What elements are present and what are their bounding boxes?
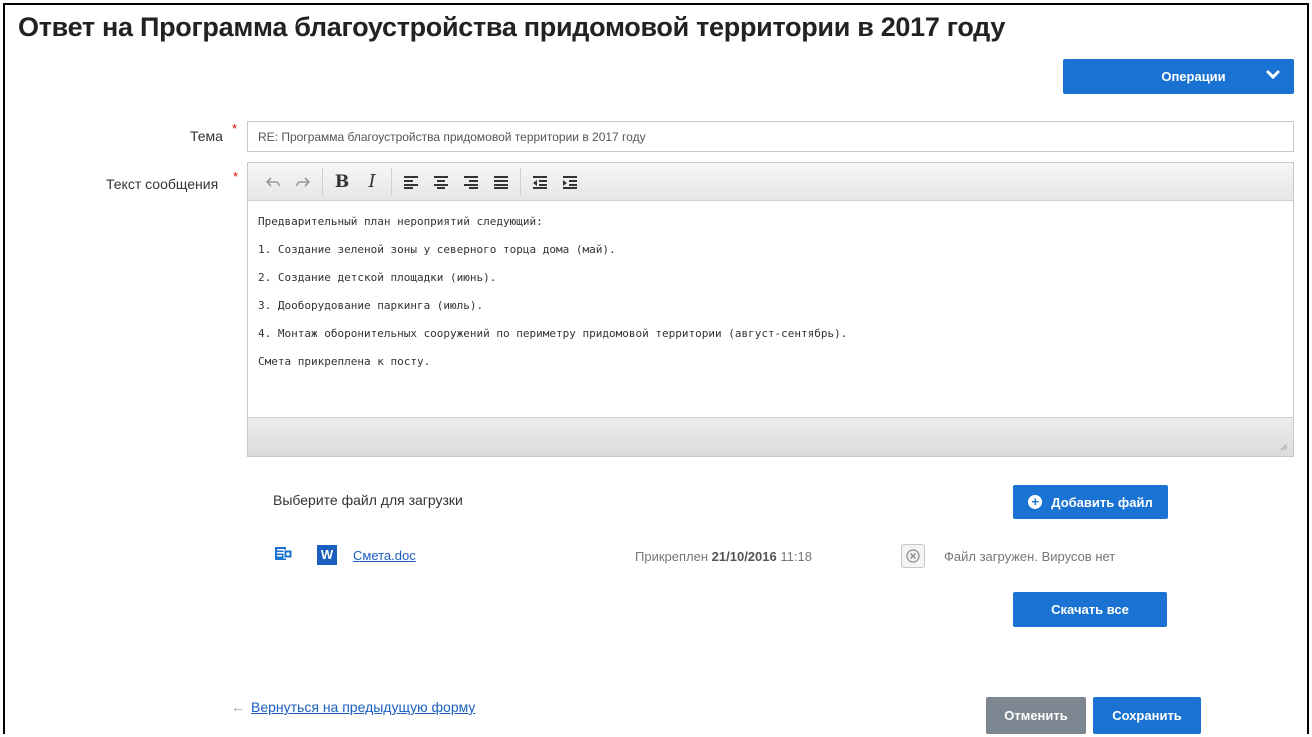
attached-info: Прикреплен 21/10/2016 11:18 (635, 549, 812, 564)
history-group (254, 167, 323, 196)
redo-icon[interactable] (288, 169, 318, 195)
align-right-icon[interactable] (456, 169, 486, 195)
add-file-button[interactable]: + Добавить файл (1013, 485, 1168, 519)
signature-icon[interactable] (275, 546, 293, 562)
message-line: 2. Создание детской площадки (июнь). (258, 271, 497, 284)
bold-button[interactable]: B (327, 169, 357, 195)
file-name-link[interactable]: Смета.doc (353, 548, 416, 563)
message-label: Текст сообщения (106, 176, 219, 192)
subject-label: Тема (190, 128, 223, 144)
attached-date: 21/10/2016 (711, 549, 777, 564)
operations-button[interactable]: Операции (1063, 59, 1294, 94)
align-left-icon[interactable] (396, 169, 426, 195)
message-line: 4. Монтаж оборонительных сооружений по п… (258, 327, 848, 340)
add-file-label: Добавить файл (1051, 494, 1153, 510)
file-row: W Смета.doc Прикреплен 21/10/2016 11:18 … (273, 544, 1173, 568)
editor-statusbar (248, 417, 1293, 456)
indent-group (521, 168, 589, 196)
editor-text-area[interactable]: Предварительный план нероприятий следующ… (248, 201, 1293, 417)
format-group: B I (323, 167, 392, 196)
close-circle-icon (906, 549, 920, 563)
page-title: Ответ на Программа благоустройства придо… (18, 12, 1006, 42)
chevron-down-icon (1266, 70, 1280, 80)
align-group (392, 167, 521, 196)
required-mark: * (232, 121, 238, 136)
plus-circle-icon: + (1028, 495, 1043, 509)
message-line: Смета прикреплена к посту. (258, 355, 431, 368)
indent-icon[interactable] (555, 169, 585, 195)
undo-icon[interactable] (258, 169, 288, 195)
upload-label: Выберите файл для загрузки (273, 492, 463, 508)
arrow-left-icon: ← (231, 699, 245, 715)
remove-file-button[interactable] (901, 544, 925, 568)
virus-scan-status: Файл загружен. Вирусов нет (944, 549, 1116, 564)
word-file-icon: W (317, 545, 337, 565)
back-link[interactable]: ← Вернуться на предыдущую форму (231, 699, 475, 715)
align-center-icon[interactable] (426, 169, 456, 195)
required-mark: * (233, 169, 239, 184)
attached-prefix: Прикреплен (635, 549, 709, 564)
cancel-button[interactable]: Отменить (986, 697, 1086, 734)
subject-input[interactable] (247, 121, 1294, 152)
message-line: 3. Дооборудование паркинга (июль). (258, 299, 484, 312)
resize-grip-icon[interactable] (1280, 443, 1288, 451)
back-link-label: Вернуться на предыдущую форму (251, 699, 476, 715)
outdent-icon[interactable] (525, 169, 555, 195)
attached-time: 11:18 (780, 549, 812, 564)
editor-toolbar: B I (248, 163, 1293, 201)
message-line: Предварительный план нероприятий следующ… (258, 215, 543, 228)
download-all-button[interactable]: Скачать все (1013, 592, 1167, 627)
message-line: 1. Создание зеленой зоны у северного тор… (258, 243, 616, 256)
italic-button[interactable]: I (357, 169, 387, 195)
save-button[interactable]: Сохранить (1093, 697, 1201, 734)
operations-label: Операции (1161, 69, 1226, 84)
align-justify-icon[interactable] (486, 169, 516, 195)
message-editor: B I Предварительный план нероприятий сле… (247, 162, 1294, 457)
